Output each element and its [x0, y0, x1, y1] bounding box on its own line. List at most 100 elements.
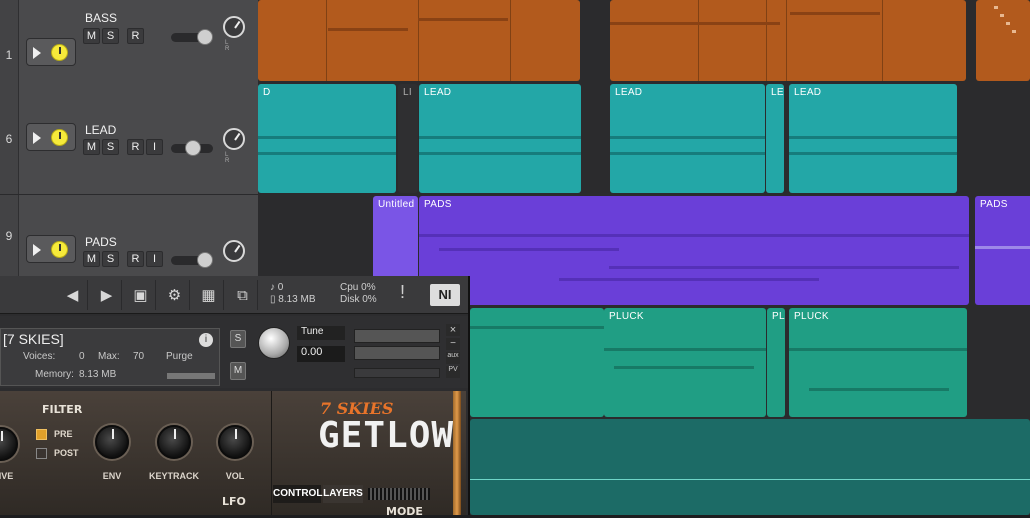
- clip-bass[interactable]: [258, 0, 580, 81]
- memory-readout: ▯ 8.13 MB: [270, 294, 316, 305]
- info-icon[interactable]: i: [199, 333, 213, 347]
- alert-icon[interactable]: !: [400, 283, 405, 301]
- volume-knob[interactable]: [223, 16, 245, 38]
- save-icon[interactable]: ▣: [126, 280, 156, 310]
- play-icon[interactable]: [33, 132, 41, 144]
- pan-handle[interactable]: [185, 140, 201, 156]
- track-header-lead[interactable]: 6 LEAD M S R I L R: [0, 83, 258, 195]
- solo-button[interactable]: S: [102, 139, 119, 155]
- pan-lr-label: L R: [225, 40, 238, 52]
- lane-lead[interactable]: D LI LEAD LEAD LE LEAD: [258, 83, 1030, 195]
- record-button[interactable]: R: [127, 251, 144, 267]
- product-logo: GETLOW: [318, 415, 455, 456]
- volume-slider[interactable]: [354, 368, 440, 378]
- power-icon[interactable]: [51, 241, 68, 258]
- clip-pluck[interactable]: PLUCK: [789, 308, 967, 417]
- accent-bar: [453, 391, 461, 515]
- aux-button[interactable]: aux: [446, 352, 460, 364]
- disk-value: 0%: [362, 294, 377, 305]
- filter-label: FILTER: [42, 403, 83, 416]
- prev-icon[interactable]: ◀: [58, 280, 88, 310]
- tune-knob[interactable]: [258, 327, 290, 359]
- ni-logo[interactable]: NI: [430, 284, 460, 306]
- env-label: ENV: [102, 471, 122, 481]
- clip-label: PLUCK: [794, 311, 829, 322]
- close-button[interactable]: ×: [446, 324, 460, 336]
- pan-slider[interactable]: [171, 140, 213, 156]
- env-knob[interactable]: [95, 425, 129, 459]
- clip-label: PL: [772, 311, 785, 322]
- gear-icon[interactable]: ⚙: [160, 280, 190, 310]
- post-label: POST: [54, 448, 79, 458]
- resize-icon[interactable]: ⧉: [228, 280, 258, 310]
- record-button[interactable]: R: [127, 139, 144, 155]
- voices-label: Voices:: [23, 351, 56, 362]
- solo-instrument-button[interactable]: S: [230, 330, 246, 348]
- next-icon[interactable]: ▶: [92, 280, 122, 310]
- plugin-toolbar: ◀ ▶ ▣ ⚙ ▦ ⧉ ♪ 0 ▯ 8.13 MB Cpu 0% Disk 0%…: [0, 276, 468, 314]
- pan-slider[interactable]: [171, 29, 213, 45]
- clip-pads[interactable]: PADS: [419, 196, 969, 305]
- clip-pluck[interactable]: [470, 308, 604, 417]
- record-button[interactable]: R: [127, 28, 144, 44]
- mute-button[interactable]: M: [83, 139, 100, 155]
- input-monitor-button[interactable]: I: [146, 251, 163, 267]
- lane-bass[interactable]: [258, 0, 1030, 83]
- clip-lead[interactable]: LE: [766, 84, 784, 193]
- post-checkbox[interactable]: [36, 448, 47, 459]
- solo-button[interactable]: S: [102, 28, 119, 44]
- power-icon[interactable]: [51, 44, 68, 61]
- msr-buttons: M S R I: [83, 139, 163, 155]
- tab-layers[interactable]: LAYERS: [323, 485, 363, 503]
- instrument-name: [7 SKIES]: [3, 331, 64, 347]
- volume-knob[interactable]: [223, 240, 245, 262]
- track-body: PADS M S R I: [19, 195, 258, 276]
- play-icon[interactable]: [33, 244, 41, 256]
- clip-pads[interactable]: PADS: [975, 196, 1030, 305]
- pan-handle[interactable]: [197, 252, 213, 268]
- clip-bass[interactable]: [610, 0, 966, 81]
- tune-value[interactable]: 0.00: [297, 346, 345, 362]
- vol-knob[interactable]: [218, 425, 252, 459]
- keytrack-knob[interactable]: [157, 425, 191, 459]
- mute-button[interactable]: M: [83, 251, 100, 267]
- clip-bottom[interactable]: [470, 419, 1030, 515]
- pv-button[interactable]: PV: [446, 366, 460, 378]
- input-monitor-button[interactable]: I: [146, 139, 163, 155]
- clip-label: LE: [771, 87, 784, 98]
- pre-checkbox[interactable]: [36, 429, 47, 440]
- track-header-pads[interactable]: 9 PADS M S R I: [0, 195, 258, 277]
- drive-label: IVE: [0, 471, 14, 481]
- layout-icon[interactable]: ▦: [194, 280, 224, 310]
- power-icon[interactable]: [51, 129, 68, 146]
- clip-pluck[interactable]: PLUCK: [604, 308, 766, 417]
- drive-knob[interactable]: [0, 427, 18, 461]
- max-value: 70: [133, 351, 145, 362]
- volume-knob[interactable]: [223, 128, 245, 150]
- clip-lead[interactable]: LEAD: [419, 84, 581, 193]
- clip-pluck[interactable]: PL: [767, 308, 785, 417]
- voices-readout: ♪ 0: [270, 282, 284, 293]
- instrument-box[interactable]: [7 SKIES] Voices: 0 Max: 70 Purge Memory…: [0, 328, 220, 386]
- clip-label: PADS: [980, 199, 1008, 210]
- solo-button[interactable]: S: [102, 251, 119, 267]
- msr-buttons: M S R: [83, 28, 144, 44]
- pan-handle[interactable]: [197, 29, 213, 45]
- clip-lead[interactable]: D: [258, 84, 396, 193]
- pan-slider[interactable]: [171, 252, 213, 268]
- mute-instrument-button[interactable]: M: [230, 362, 246, 380]
- purge-menu[interactable]: Purge: [166, 351, 193, 362]
- minimize-button[interactable]: −: [446, 338, 460, 350]
- clip-lead-stub[interactable]: LI: [398, 84, 418, 193]
- track-body: LEAD M S R I L R: [19, 83, 258, 194]
- vol-label: VOL: [225, 471, 245, 481]
- instrument-header: [7 SKIES] Voices: 0 Max: 70 Purge Memory…: [0, 316, 468, 388]
- clip-bass[interactable]: [976, 0, 1030, 81]
- clip-lead[interactable]: LEAD: [610, 84, 765, 193]
- tab-control[interactable]: CONTROL: [273, 485, 322, 503]
- plugin-window[interactable]: ◀ ▶ ▣ ⚙ ▦ ⧉ ♪ 0 ▯ 8.13 MB Cpu 0% Disk 0%…: [0, 276, 470, 518]
- mute-button[interactable]: M: [83, 28, 100, 44]
- level-meter-l: [354, 329, 440, 343]
- clip-lead[interactable]: LEAD: [789, 84, 957, 193]
- play-icon[interactable]: [33, 47, 41, 59]
